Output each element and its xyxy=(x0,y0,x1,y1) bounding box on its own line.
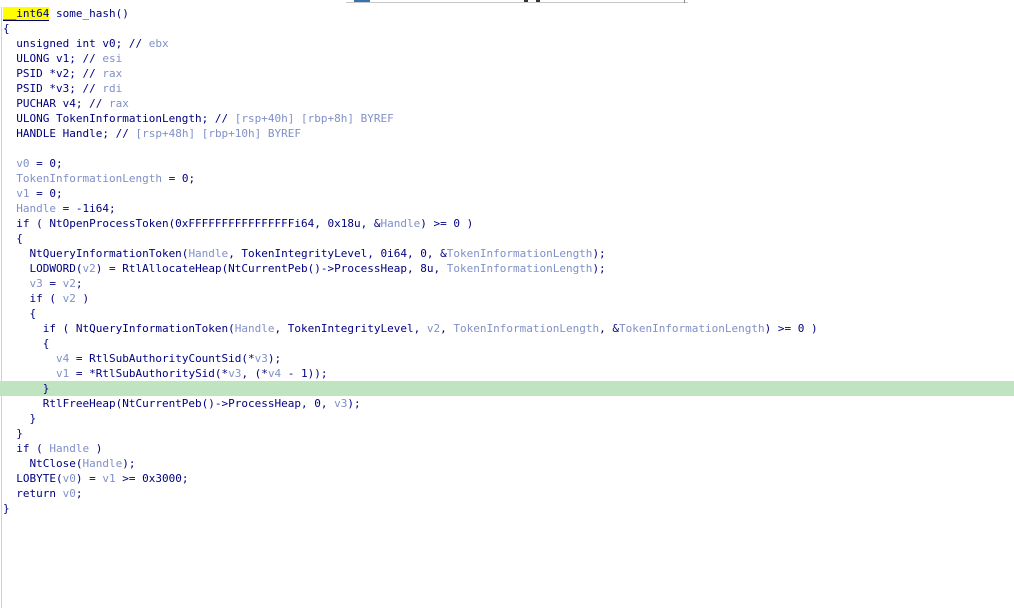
code-line[interactable] xyxy=(0,141,1014,156)
code-line[interactable]: TokenInformationLength = 0; xyxy=(0,171,1014,186)
code-line[interactable]: } xyxy=(0,381,1014,396)
code-line[interactable]: v1 = 0; xyxy=(0,186,1014,201)
code-line[interactable]: RtlFreeHeap(NtCurrentPeb()->ProcessHeap,… xyxy=(0,396,1014,411)
code-line[interactable]: ULONG TokenInformationLength; // [rsp+40… xyxy=(0,111,1014,126)
code-line[interactable]: if ( Handle ) xyxy=(0,441,1014,456)
function-signature[interactable]: some_hash() xyxy=(49,7,129,20)
code-line[interactable]: v4 = RtlSubAuthorityCountSid(*v3); xyxy=(0,351,1014,366)
code-line[interactable]: PSID *v3; // rdi xyxy=(0,81,1014,96)
code-lines: { unsigned int v0; // ebx ULONG v1; // e… xyxy=(0,21,1014,516)
tab-indicator xyxy=(354,0,370,2)
tab-edge xyxy=(536,0,540,2)
code-line[interactable]: } xyxy=(0,501,1014,516)
code-line[interactable]: { xyxy=(0,336,1014,351)
code-line[interactable]: NtQueryInformationToken(Handle, TokenInt… xyxy=(0,246,1014,261)
code-line[interactable]: ULONG v1; // esi xyxy=(0,51,1014,66)
function-signature-line[interactable]: __int64 some_hash() xyxy=(0,6,1014,21)
code-line[interactable]: if ( NtOpenProcessToken(0xFFFFFFFFFFFFFF… xyxy=(0,216,1014,231)
code-line[interactable]: unsigned int v0; // ebx xyxy=(0,36,1014,51)
code-line[interactable]: LODWORD(v2) = RtlAllocateHeap(NtCurrentP… xyxy=(0,261,1014,276)
code-line[interactable]: HANDLE Handle; // [rsp+48h] [rbp+10h] BY… xyxy=(0,126,1014,141)
code-line[interactable]: PSID *v2; // rax xyxy=(0,66,1014,81)
code-line[interactable]: if ( v2 ) xyxy=(0,291,1014,306)
return-type[interactable]: __int64 xyxy=(3,7,50,21)
tab-divider xyxy=(684,0,685,3)
code-line[interactable]: v0 = 0; xyxy=(0,156,1014,171)
code-line[interactable]: v1 = *RtlSubAuthoritySid(*v3, (*v4 - 1))… xyxy=(0,366,1014,381)
code-line[interactable]: } xyxy=(0,426,1014,441)
code-line[interactable]: PUCHAR v4; // rax xyxy=(0,96,1014,111)
code-line[interactable]: } xyxy=(0,411,1014,426)
code-line[interactable]: { xyxy=(0,231,1014,246)
code-line[interactable]: return v0; xyxy=(0,486,1014,501)
top-tab-strip[interactable] xyxy=(346,0,688,3)
code-line[interactable]: if ( NtQueryInformationToken(Handle, Tok… xyxy=(0,321,1014,336)
code-line[interactable]: { xyxy=(0,21,1014,36)
code-line[interactable]: Handle = -1i64; xyxy=(0,201,1014,216)
pseudocode-view[interactable]: __int64 some_hash() { unsigned int v0; /… xyxy=(0,0,1014,608)
code-line[interactable]: v3 = v2; xyxy=(0,276,1014,291)
tab-edge xyxy=(524,0,528,2)
code-line[interactable]: NtClose(Handle); xyxy=(0,456,1014,471)
code-line[interactable]: { xyxy=(0,306,1014,321)
code-line[interactable]: LOBYTE(v0) = v1 >= 0x3000; xyxy=(0,471,1014,486)
code-area[interactable]: __int64 some_hash() { unsigned int v0; /… xyxy=(0,6,1014,516)
